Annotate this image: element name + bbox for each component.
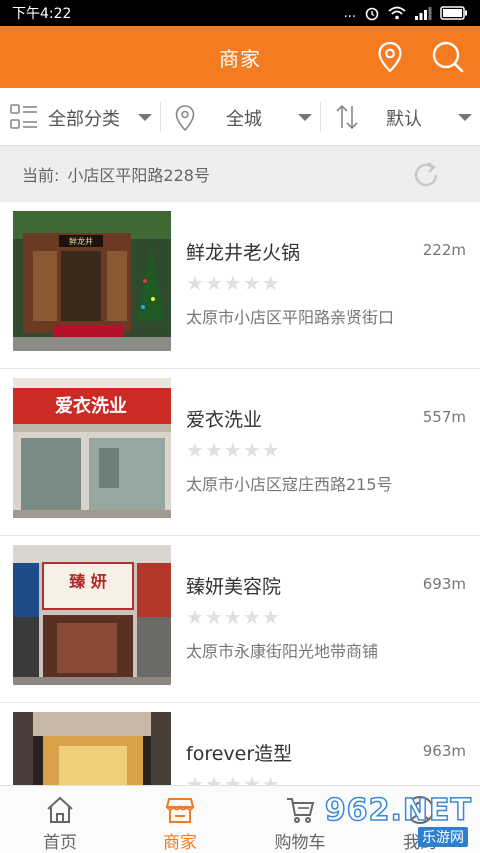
store-photo: 臻 妍 — [13, 545, 171, 685]
star-icon: ★ — [242, 605, 261, 629]
grid-list-icon — [10, 104, 37, 129]
store-sign: 爱衣洗业 — [55, 395, 127, 417]
store-address: 太原市小店区平阳路亲贤街口 — [186, 308, 395, 327]
star-icon: ★ — [242, 438, 261, 462]
store-item[interactable]: 爱衣洗业 爱衣洗业 557m ★ ★ ★ ★ ★ 太原市小店区寇庄西路215号 — [0, 369, 480, 536]
store-distance: 963m — [422, 742, 466, 760]
app-header: 商家 — [0, 26, 480, 88]
store-rating: ★ ★ ★ ★ ★ — [186, 440, 280, 460]
store-sign: 臻 妍 — [69, 572, 107, 591]
filter-area-label: 全城 — [226, 109, 262, 130]
store-distance: 222m — [422, 241, 466, 259]
home-icon — [47, 796, 73, 823]
store-photo: 爱衣洗业 — [13, 378, 171, 518]
star-icon: ★ — [261, 605, 280, 629]
location-prefix: 当前: — [22, 166, 60, 185]
store-item[interactable]: 鲜龙井 鲜龙井老火锅 222m ★ ★ ★ ★ ★ 太原市小店区平阳路亲贤街口 — [0, 202, 480, 369]
store-sign: 鲜龙井 — [69, 236, 93, 246]
star-icon: ★ — [204, 271, 223, 295]
watermark: 962.NET 乐游网 — [322, 792, 472, 847]
location-address: 小店区平阳路228号 — [67, 166, 210, 185]
nav-home[interactable]: 首页 — [0, 786, 120, 853]
status-dots: ... — [343, 5, 356, 21]
store-name: 爱衣洗业 — [186, 409, 263, 431]
store-icon — [165, 798, 195, 823]
battery-icon — [440, 6, 467, 20]
chevron-down-icon — [138, 114, 152, 121]
filter-area[interactable]: 全城 — [160, 88, 320, 145]
chevron-down-icon — [458, 114, 472, 121]
filter-sort[interactable]: 默认 — [320, 88, 480, 145]
nav-home-label: 首页 — [43, 833, 77, 853]
star-icon: ★ — [204, 772, 223, 785]
store-name: 鲜龙井老火锅 — [186, 242, 301, 264]
store-name: forever造型 — [186, 743, 293, 765]
location-pin-icon — [175, 105, 195, 132]
star-icon: ★ — [204, 605, 223, 629]
store-address: 太原市永康街阳光地带商铺 — [186, 642, 379, 661]
star-icon: ★ — [186, 772, 204, 785]
cart-icon — [287, 798, 315, 823]
star-icon: ★ — [223, 271, 242, 295]
star-icon: ★ — [204, 438, 223, 462]
star-icon: ★ — [242, 772, 261, 785]
nav-cart-label: 购物车 — [274, 833, 326, 853]
location-pin-icon — [378, 41, 402, 73]
star-icon: ★ — [223, 438, 242, 462]
store-photo: 鲜龙井 — [13, 211, 171, 351]
wifi-icon — [388, 6, 406, 20]
store-distance: 693m — [422, 575, 466, 593]
star-icon: ★ — [223, 605, 242, 629]
signal-icon — [415, 7, 432, 20]
chevron-down-icon — [298, 114, 312, 121]
sort-icon — [336, 104, 358, 130]
watermark-main: 962.NET — [324, 792, 472, 829]
status-time: 下午4:22 — [12, 6, 72, 22]
star-icon: ★ — [261, 438, 280, 462]
current-location-bar: 当前: 小店区平阳路228号 — [0, 146, 480, 202]
store-list[interactable]: 鲜龙井 鲜龙井老火锅 222m ★ ★ ★ ★ ★ 太原市小店区平阳路亲贤街口 爱衣洗业 — [0, 202, 480, 785]
filter-category[interactable]: 全部分类 — [0, 88, 160, 145]
search-icon — [432, 41, 464, 73]
star-icon: ★ — [223, 772, 242, 785]
store-rating: ★ ★ ★ ★ ★ — [186, 774, 280, 785]
status-bar: 下午4:22 ... — [0, 0, 480, 26]
filter-category-label: 全部分类 — [48, 109, 120, 130]
page-title: 商家 — [219, 46, 261, 71]
star-icon: ★ — [261, 271, 280, 295]
refresh-icon[interactable] — [410, 159, 442, 191]
store-rating: ★ ★ ★ ★ ★ — [186, 607, 280, 627]
filter-sort-label: 默认 — [386, 109, 422, 130]
search-button[interactable] — [430, 39, 466, 75]
filter-bar: 全部分类 全城 默认 — [0, 88, 480, 146]
location-button[interactable] — [372, 39, 408, 75]
star-icon: ★ — [242, 271, 261, 295]
store-item[interactable]: 臻 妍 臻妍美容院 693m ★ ★ ★ ★ ★ 太原市永康街阳光地带商铺 — [0, 536, 480, 703]
star-icon: ★ — [261, 772, 280, 785]
store-photo — [13, 712, 171, 785]
store-distance: 557m — [422, 408, 466, 426]
store-address: 太原市小店区寇庄西路215号 — [186, 475, 393, 494]
star-icon: ★ — [186, 271, 204, 295]
status-icons: ... — [344, 5, 468, 21]
store-rating: ★ ★ ★ ★ ★ — [186, 273, 280, 293]
store-name: 臻妍美容院 — [186, 576, 282, 598]
nav-store-label: 商家 — [163, 833, 197, 853]
store-item[interactable]: forever造型 963m ★ ★ ★ ★ ★ — [0, 703, 480, 785]
watermark-sub: 乐游网 — [418, 827, 468, 847]
star-icon: ★ — [186, 605, 204, 629]
alarm-icon — [365, 7, 379, 21]
star-icon: ★ — [186, 438, 204, 462]
nav-store[interactable]: 商家 — [120, 786, 240, 853]
